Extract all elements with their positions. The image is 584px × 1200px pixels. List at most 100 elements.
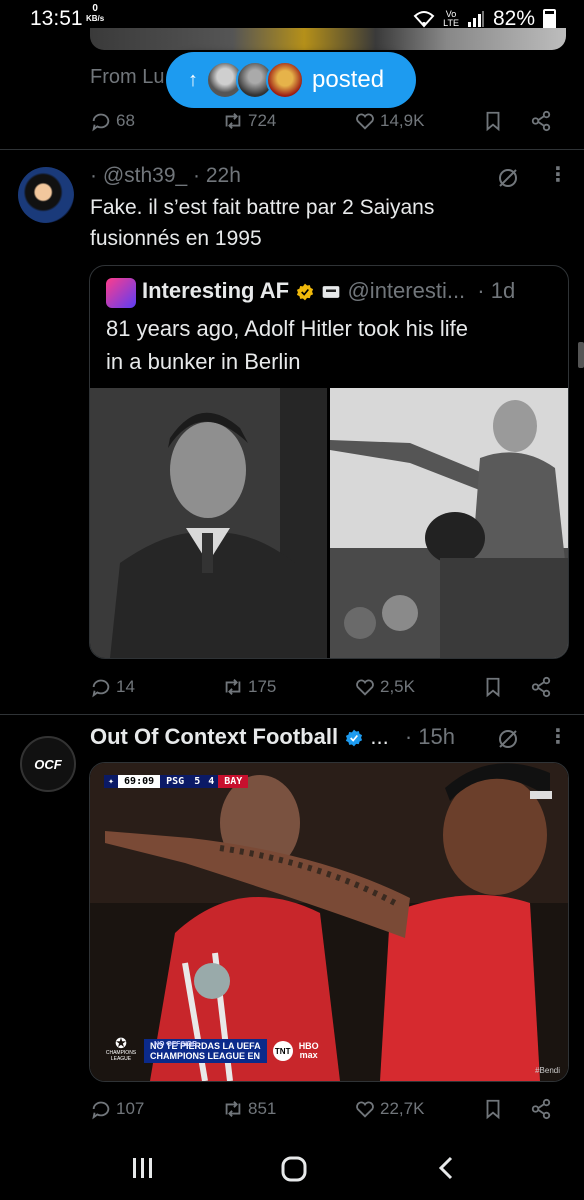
- like-button[interactable]: 14,9K: [354, 110, 424, 132]
- portrait-photo: [90, 388, 327, 658]
- recent-apps-icon[interactable]: [130, 1155, 156, 1181]
- repost-icon: [225, 1101, 241, 1117]
- tweet-text-line: fusionnés en 1995: [90, 227, 262, 250]
- share-button[interactable]: [530, 110, 552, 132]
- reply-button[interactable]: 107: [90, 1098, 144, 1120]
- previous-media-image[interactable]: [90, 28, 566, 50]
- tweet-header: Out Of Context Football ... · 15h: [90, 724, 455, 750]
- grok-icon[interactable]: [496, 727, 520, 751]
- grok-icon[interactable]: [496, 166, 520, 190]
- quoted-time: · 1d: [477, 278, 516, 303]
- repost-icon: [225, 679, 241, 695]
- share-button[interactable]: [530, 1098, 552, 1120]
- avatar[interactable]: OCF: [20, 736, 76, 792]
- repost-icon: [225, 113, 241, 129]
- bookmark-icon: [486, 1099, 500, 1120]
- quoted-image-salute[interactable]: [330, 388, 568, 658]
- ucl-mini-icon: ✦: [104, 775, 119, 788]
- match-clock: 69:09: [118, 775, 161, 788]
- share-button[interactable]: [530, 676, 552, 698]
- quoted-name: Interesting AF: [142, 278, 290, 303]
- share-icon: [531, 1098, 551, 1120]
- from-text: From Lu: [90, 66, 165, 88]
- back-icon[interactable]: [434, 1155, 460, 1181]
- watermark: #Bendi: [535, 1066, 560, 1075]
- reply-count: 107: [116, 1099, 145, 1118]
- arrow-up-icon: ↑: [188, 68, 198, 91]
- quoted-image-portrait[interactable]: [90, 388, 327, 658]
- ucl-logo: ✪ CHAMPIONS LEAGUE: [105, 1035, 137, 1062]
- repost-count: 851: [248, 1099, 277, 1118]
- home-team: PSG: [160, 775, 191, 788]
- poster-avatars: [206, 61, 304, 99]
- quoted-handle: @interesti...: [347, 278, 466, 303]
- tweet-media-image[interactable]: ✦ 69:09 PSG 5 4 BAY ✪ CHAMPIONS LEAGUE N…: [89, 762, 569, 1082]
- reply-button[interactable]: 68: [90, 110, 135, 132]
- repost-count: 175: [248, 677, 277, 696]
- quoted-text-line: in a bunker in Berlin: [106, 349, 301, 374]
- author-ellipsis: ...: [370, 724, 389, 749]
- more-options-icon[interactable]: ⋮: [548, 162, 568, 187]
- channel-logo: [530, 791, 552, 799]
- network-speed: 0 KB/s: [86, 3, 105, 24]
- system-nav-bar: [0, 1135, 584, 1200]
- reply-icon: [92, 113, 110, 132]
- like-count: 14,9K: [380, 111, 425, 130]
- affiliate-badge-icon: [323, 286, 340, 299]
- quoted-text-line: 81 years ago, Adolf Hitler took his life: [106, 316, 468, 341]
- repost-button[interactable]: 851: [222, 1098, 276, 1120]
- action-bar: 14 175 2,5K: [0, 674, 584, 700]
- action-bar: 68 724 14,9K: [0, 108, 584, 134]
- verified-gold-icon: [297, 283, 314, 301]
- reply-button[interactable]: 14: [90, 676, 135, 698]
- home-icon[interactable]: [280, 1155, 308, 1183]
- volte-icon: Vo LTE: [443, 9, 459, 28]
- like-button[interactable]: 22,7K: [354, 1098, 424, 1120]
- home-score: 5: [190, 775, 205, 788]
- battery-icon: [543, 8, 556, 30]
- away-team: BAY: [218, 775, 249, 788]
- heart-icon: [356, 113, 374, 130]
- wifi-icon: [413, 11, 435, 28]
- new-posts-pill[interactable]: ↑ posted: [166, 52, 416, 108]
- bookmark-button[interactable]: [482, 676, 504, 698]
- share-icon: [531, 110, 551, 132]
- reply-icon: [92, 1101, 110, 1120]
- signal-icon: [467, 11, 484, 27]
- scrollbar-thumb[interactable]: [578, 342, 584, 368]
- tnt-logo: TNT: [272, 1041, 293, 1061]
- verified-blue-icon: [346, 729, 363, 747]
- quoted-header: Interesting AF @interesti... · 1d: [142, 278, 515, 304]
- handle-line[interactable]: · @sth39_ · 22h: [90, 164, 241, 188]
- divider: [0, 149, 584, 150]
- away-score: 4: [204, 775, 219, 788]
- divider: [0, 714, 584, 715]
- clock: 13:51: [30, 7, 83, 30]
- heart-icon: [356, 1101, 374, 1118]
- bookmark-icon: [486, 111, 500, 132]
- football-photo: [90, 763, 568, 1081]
- like-button[interactable]: 2,5K: [354, 676, 415, 698]
- more-options-icon[interactable]: ⋮: [548, 724, 568, 749]
- broadcast-banner: ✪ CHAMPIONS LEAGUE NO TE PIERDAS LA UEFA…: [104, 1035, 319, 1063]
- share-icon: [531, 676, 551, 698]
- quoted-tweet-card[interactable]: Interesting AF @interesti... · 1d 81 yea…: [89, 265, 569, 659]
- reply-icon: [92, 679, 110, 698]
- pill-label: posted: [312, 66, 385, 93]
- repost-button[interactable]: 724: [222, 110, 276, 132]
- tweet-text: Fake. il s’est fait battre par 2 Saiyans…: [90, 192, 560, 254]
- avatar[interactable]: [18, 167, 74, 223]
- salute-photo: [330, 388, 568, 658]
- tweet-text-line: Fake. il s’est fait battre par 2 Saiyans: [90, 196, 435, 219]
- quoted-text: 81 years ago, Adolf Hitler took his life…: [106, 312, 468, 378]
- ucl-star-icon: ✪: [115, 1035, 127, 1051]
- author-name[interactable]: Out Of Context Football: [90, 724, 338, 749]
- tweet-time: · 15h: [404, 724, 455, 749]
- hbo-max-logo: HBO max: [298, 1041, 319, 1060]
- scoreboard: ✦ 69:09 PSG 5 4 BAY: [104, 775, 249, 788]
- bookmark-icon: [486, 677, 500, 698]
- repost-button[interactable]: 175: [222, 676, 276, 698]
- heart-icon: [356, 679, 374, 696]
- bookmark-button[interactable]: [482, 1098, 504, 1120]
- bookmark-button[interactable]: [482, 110, 504, 132]
